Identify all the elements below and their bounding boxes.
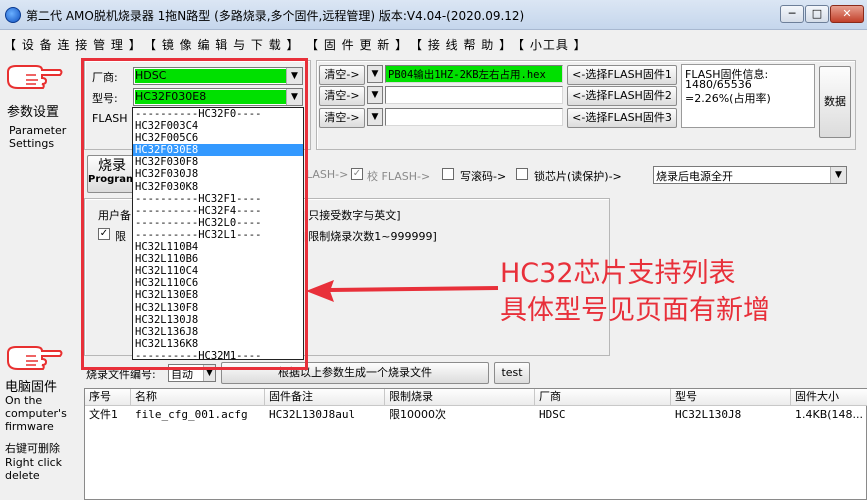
param-settings-label[interactable]: 参数设置	[7, 101, 59, 120]
fw2-history-dropdown[interactable]: ▼	[367, 86, 383, 104]
table-header[interactable]: 限制烧录	[385, 389, 535, 406]
param-settings-en-1: Parameter	[9, 124, 67, 137]
verify-label: 校 FLASH->	[367, 170, 431, 183]
red-arrow-icon	[306, 280, 499, 302]
chevron-down-icon[interactable]: ▼	[368, 87, 382, 103]
highlight-box	[81, 58, 308, 370]
table-header[interactable]: 型号	[671, 389, 791, 406]
annotation-line-1: HC32芯片支持列表	[500, 258, 736, 289]
pointing-hand-icon[interactable]	[6, 62, 64, 92]
clear-fw3-button[interactable]: 清空->	[319, 108, 365, 128]
flash-step-label: LASH->	[306, 168, 349, 181]
test-button[interactable]: test	[494, 362, 530, 384]
pointing-hand-icon[interactable]	[6, 343, 64, 373]
annotation-text: HC32芯片支持列表 具体型号见页面有新增	[500, 255, 770, 329]
fw3-history-dropdown[interactable]: ▼	[367, 108, 383, 126]
table-header[interactable]: 固件大小	[791, 389, 867, 406]
computer-firmware-en-2: computer's	[5, 407, 67, 420]
fw1-path-input[interactable]: PB04输出1HZ-2KB左右占用.hex	[385, 65, 563, 83]
menu-tools[interactable]: 【 小工具 】	[512, 36, 587, 53]
table-cell[interactable]: 限10000次	[385, 407, 535, 424]
param-settings-en-2: Settings	[9, 137, 55, 150]
menu-firmware-update[interactable]: 【 固 件 更 新 】	[306, 36, 408, 53]
computer-firmware-label[interactable]: 电脑固件	[5, 376, 57, 395]
table-header[interactable]: 厂商	[535, 389, 671, 406]
lock-chip-label: 锁芯片(读保护)->	[534, 170, 622, 183]
after-program-select[interactable]: 烧录后电源全开 ▼	[653, 166, 847, 184]
right-click-delete-label: 右键可删除	[5, 442, 60, 455]
menu-wiring-help[interactable]: 【 接 线 帮 助 】	[410, 36, 512, 53]
minimize-button[interactable]: ─	[780, 5, 804, 23]
right-click-delete-en-1: Right click	[5, 456, 63, 469]
window-title: 第二代 AMO脱机烧录器 1拖N路型 (多路烧录,多个固件,远程管理) 版本:V…	[26, 9, 525, 23]
user-note-hint: [只接受数字与英文]	[304, 209, 401, 222]
table-cell[interactable]: file_cfg_001.acfg	[131, 407, 265, 424]
chevron-down-icon[interactable]: ▼	[368, 66, 382, 82]
chevron-down-icon[interactable]: ▼	[830, 167, 846, 183]
computer-firmware-en-3: firmware	[5, 420, 54, 433]
table-header[interactable]: 固件备注	[265, 389, 385, 406]
computer-firmware-en-1: On the	[5, 394, 43, 407]
fw1-path-value: PB04输出1HZ-2KB左右占用.hex	[388, 69, 546, 81]
table-cell[interactable]: HC32L130J8aul	[265, 407, 385, 424]
limit-hint: [限制烧录次数1~999999]	[304, 230, 437, 243]
menu-bar: 【 设 备 连 接 管 理 】 【 镜 像 编 辑 与 下 载 】 【 固 件 …	[0, 31, 867, 55]
fw2-path-input[interactable]	[385, 86, 563, 104]
table-cell[interactable]: HDSC	[535, 407, 671, 424]
close-button[interactable]: ✕	[830, 5, 864, 23]
verify-checkbox[interactable]: ✓	[351, 168, 363, 180]
after-program-value: 烧录后电源全开	[656, 170, 733, 183]
write-roll-label: 写滚码->	[460, 170, 507, 183]
table-header[interactable]: 序号	[85, 389, 131, 406]
chevron-down-icon[interactable]: ▼	[368, 109, 382, 125]
table-header[interactable]: 名称	[131, 389, 265, 406]
fw3-path-input[interactable]	[385, 108, 563, 126]
fw1-history-dropdown[interactable]: ▼	[367, 65, 383, 83]
annotation-line-2: 具体型号见页面有新增	[500, 295, 770, 326]
data-button[interactable]: 数据	[819, 66, 851, 138]
table-cell[interactable]: HC32L130J8	[671, 407, 791, 424]
write-roll-checkbox[interactable]	[442, 168, 454, 180]
table-cell[interactable]: 1.4KB(148...	[791, 407, 867, 424]
select-fw2-button[interactable]: <-选择FLASH固件2	[567, 86, 677, 106]
flash-info-box: FLASH固件信息: 1480/65536 =2.26%(占用率)	[681, 64, 815, 128]
menu-device-connection[interactable]: 【 设 备 连 接 管 理 】	[4, 36, 142, 53]
clear-fw2-button[interactable]: 清空->	[319, 86, 365, 106]
select-fw1-button[interactable]: <-选择FLASH固件1	[567, 65, 677, 85]
lock-chip-checkbox[interactable]	[516, 168, 528, 180]
select-fw3-button[interactable]: <-选择FLASH固件3	[567, 108, 677, 128]
firmware-table[interactable]: 序号 名称 固件备注 限制烧录 厂商 型号 固件大小 文件1 file_cfg_…	[84, 388, 867, 500]
menu-image-edit-download[interactable]: 【 镜 像 编 辑 与 下 载 】	[144, 36, 300, 53]
maximize-button[interactable]: □	[805, 5, 829, 23]
flash-info-percent: =2.26%(占用率)	[685, 92, 771, 105]
table-cell[interactable]: 文件1	[85, 407, 131, 424]
clear-fw1-button[interactable]: 清空->	[319, 65, 365, 85]
app-icon	[5, 7, 21, 23]
right-click-delete-en-2: delete	[5, 469, 40, 482]
